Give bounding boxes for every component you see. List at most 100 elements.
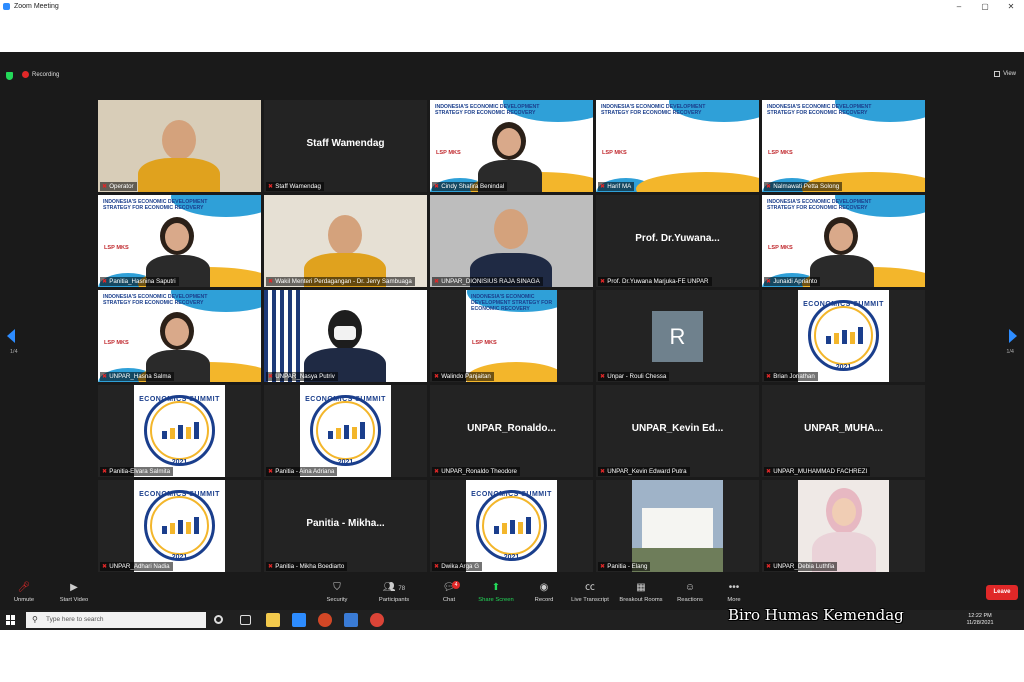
live-transcript-button[interactable]: ㏄ Live Transcript [568, 581, 612, 603]
breakout-rooms-button[interactable]: ▦ Breakout Rooms [616, 581, 666, 603]
participant-tile[interactable]: ECONOMICS SUMMIT 2021 ✖ UNPAR_Adhari Nadia [98, 480, 261, 572]
participants-button[interactable]: 👥︎ 78 Participants [374, 581, 414, 603]
unmute-button[interactable]: 🎤︎ Unmute [10, 581, 38, 603]
participants-icon: 👥︎ 78 [382, 582, 406, 593]
recording-indicator[interactable]: Recording [22, 71, 59, 78]
chrome-icon[interactable] [370, 613, 384, 627]
chat-button[interactable]: 💬︎ 4 Chat [438, 581, 460, 603]
logo-year: 2021 [171, 459, 188, 466]
participant-name-label: ✖ Panitia-Elvara Salmita [100, 467, 174, 476]
participants-count: 78 [398, 586, 406, 592]
muted-mic-icon: ✖ [434, 563, 440, 570]
event-banner-video: INDONESIA'S ECONOMIC DEVELOPMENT STRATEG… [596, 100, 759, 192]
participant-tile[interactable]: R ✖ Unpar - Rouli Chessa [596, 290, 759, 382]
leave-button[interactable]: Leave [986, 585, 1018, 600]
system-clock[interactable]: 12:22 PM 11/28/2021 [962, 613, 998, 627]
sponsor-logo: LSP MKS [472, 340, 497, 346]
participant-tile[interactable]: INDONESIA'S ECONOMIC DEVELOPMENT STRATEG… [430, 290, 593, 382]
economics-summit-logo: ECONOMICS SUMMIT 2021 [134, 385, 225, 477]
share-screen-button[interactable]: ⬆︎ Share Screen [476, 581, 516, 603]
participant-name: UNPAR_Nasya Putriv [275, 373, 335, 380]
muted-mic-icon: ✖ [766, 278, 772, 285]
participant-tile[interactable]: ✖ Panitia - Elang [596, 480, 759, 572]
participant-tile[interactable]: Staff Wamendag ✖ Staff Wamendag [264, 100, 427, 192]
participant-name-label: ✖ Staff Wamendag [266, 182, 324, 191]
participant-tile[interactable]: UNPAR_Kevin Ed... ✖ UNPAR_Kevin Edward Put… [596, 385, 759, 477]
window-titlebar: Zoom Meeting – ▢ ✕ [0, 0, 1024, 13]
next-page-arrow-icon[interactable] [1009, 329, 1017, 343]
economics-summit-logo: ECONOMICS SUMMIT 2021 [798, 290, 889, 382]
meeting-topbar: Recording View [0, 65, 1024, 87]
muted-mic-icon: ✖ [600, 563, 606, 570]
windows-start-icon[interactable] [6, 615, 16, 625]
shield-icon[interactable] [6, 72, 13, 80]
chat-label: Chat [442, 597, 456, 603]
muted-mic-icon: ✖ [102, 563, 108, 570]
participant-name-label: ✖ Wakil Menteri Perdagangan - Dr. Jerry S… [266, 277, 415, 286]
task-view-icon[interactable] [240, 615, 251, 625]
participant-name: UNPAR_Ronaldo Theodore [441, 468, 517, 475]
participant-tile[interactable]: ✖ Operator [98, 100, 261, 192]
taskbar-search-box[interactable]: ⚲ Type here to search [26, 612, 206, 628]
close-button[interactable]: ✕ [998, 0, 1024, 13]
muted-mic-icon: ✖ [766, 563, 772, 570]
share-screen-label: Share Screen [478, 597, 514, 603]
participant-tile[interactable]: INDONESIA'S ECONOMIC DEVELOPMENT STRATEG… [596, 100, 759, 192]
record-button[interactable]: ◉ Record [530, 581, 558, 603]
file-explorer-icon[interactable] [266, 613, 280, 627]
muted-mic-icon: ✖ [268, 278, 274, 285]
more-button[interactable]: ••• More [722, 581, 746, 603]
previous-page-arrow-icon[interactable] [7, 329, 15, 343]
participant-tile[interactable]: INDONESIA'S ECONOMIC DEVELOPMENT STRATEG… [762, 195, 925, 287]
sponsor-logo: LSP MKS [104, 245, 129, 251]
view-button[interactable]: View [994, 71, 1016, 77]
participant-tile[interactable]: ECONOMICS SUMMIT 2021 ✖ Panitia - Aina Adri… [264, 385, 427, 477]
participant-tile[interactable]: Panitia - Mikha... ✖ Panitia - Mikha Boedi… [264, 480, 427, 572]
participant-name: UNPAR_Adhari Nadia [109, 563, 170, 570]
participant-name-label: ✖ Panitia - Aina Adriana [266, 467, 338, 476]
participant-tile[interactable]: ✖ Wakil Menteri Perdagangan - Dr. Jerry S… [264, 195, 427, 287]
participant-name: Panitia - Aina Adriana [275, 468, 335, 475]
participant-tile[interactable]: UNPAR_MUHA... ✖ UNPAR_MUHAMMAD FACHREZI [762, 385, 925, 477]
participant-tile[interactable]: ✖ UNPAR_DIONISIUS RAJA SINAGA [430, 195, 593, 287]
participant-name: Panitia - Mikha Boediarto [275, 563, 345, 570]
muted-mic-icon: ✖ [102, 373, 108, 380]
participant-name: Harif MA [607, 183, 632, 190]
participant-tile[interactable]: ECONOMICS SUMMIT 2021 ✖ Panitia-Elvara Salm… [98, 385, 261, 477]
participant-tile[interactable]: INDONESIA'S ECONOMIC DEVELOPMENT STRATEG… [762, 100, 925, 192]
muted-mic-icon: ✖ [766, 373, 772, 380]
participants-label: Participants [378, 597, 410, 603]
app-window-icon[interactable] [344, 613, 358, 627]
participant-name-label: ✖ Cindy Shafira Benindal [432, 182, 508, 191]
banner-headline: INDONESIA'S ECONOMIC DEVELOPMENT STRATEG… [471, 294, 553, 312]
participant-tile[interactable]: ✖ UNPAR_Nasya Putriv [264, 290, 427, 382]
participant-tile[interactable]: INDONESIA'S ECONOMIC DEVELOPMENT STRATEG… [430, 100, 593, 192]
page-indicator-right: 1/4 [1006, 349, 1014, 355]
powerpoint-icon[interactable] [318, 613, 332, 627]
video-off-icon: ▶︎ [70, 582, 78, 593]
participant-display-name: UNPAR_Kevin Ed... [631, 423, 724, 434]
clock-time: 12:22 PM [968, 613, 992, 619]
minimize-button[interactable]: – [946, 0, 972, 13]
participant-name-label: ✖ UNPAR_Debia Luthfia [764, 562, 838, 571]
start-video-button[interactable]: ▶︎ Start Video [54, 581, 94, 603]
participant-tile[interactable]: UNPAR_Ronaldo... ✖ UNPAR_Ronaldo Theodore [430, 385, 593, 477]
participant-tile[interactable]: INDONESIA'S ECONOMIC DEVELOPMENT STRATEG… [98, 195, 261, 287]
participant-name: Nalmawati Petta Solong [773, 183, 840, 190]
participant-tile[interactable]: INDONESIA'S ECONOMIC DEVELOPMENT STRATEG… [98, 290, 261, 382]
maximize-button[interactable]: ▢ [972, 0, 998, 13]
zoom-taskbar-icon[interactable] [292, 613, 306, 627]
participant-tile[interactable]: ✖ UNPAR_Debia Luthfia [762, 480, 925, 572]
sponsor-logo: LSP MKS [768, 150, 793, 156]
economics-summit-logo: ECONOMICS SUMMIT 2021 [300, 385, 391, 477]
logo-title: ECONOMICS SUMMIT [139, 396, 220, 403]
sponsor-logo: LSP MKS [602, 150, 627, 156]
security-shield-icon: ⛉ [333, 582, 341, 593]
participant-tile[interactable]: ECONOMICS SUMMIT 2021 ✖ Dwika Arga G [430, 480, 593, 572]
participant-tile[interactable]: ECONOMICS SUMMIT 2021 ✖ Brian Jonathan [762, 290, 925, 382]
cortana-icon[interactable] [214, 615, 223, 624]
participant-tile[interactable]: Prof. Dr.Yuwana... ✖ Prof. Dr.Yuwana Marju… [596, 195, 759, 287]
security-button[interactable]: ⛉ Security [322, 581, 352, 603]
reactions-button[interactable]: ☺ Reactions [674, 581, 706, 603]
event-banner-video: INDONESIA'S ECONOMIC DEVELOPMENT STRATEG… [98, 290, 261, 382]
